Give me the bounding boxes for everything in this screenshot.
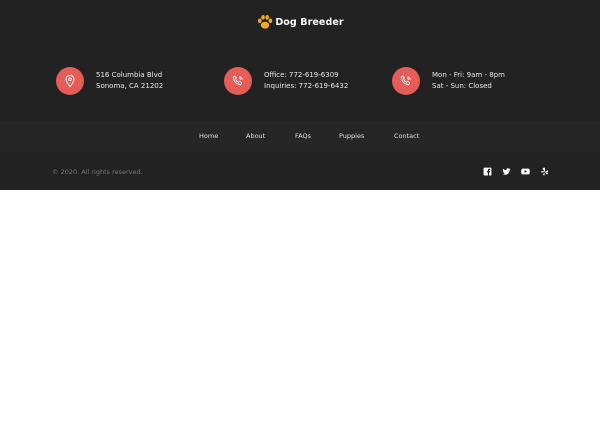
yelp-icon[interactable] <box>540 167 549 176</box>
site-footer: Dog Breeder 516 Columbia Blvd Sonoma, CA… <box>0 0 600 190</box>
location-pin-icon <box>56 67 84 95</box>
nav-link-faqs[interactable]: FAQs <box>295 132 311 140</box>
inquiries-phone[interactable]: Inquiries: 772-619-6432 <box>264 81 348 92</box>
youtube-icon[interactable] <box>521 167 530 176</box>
weekday-hours: Mon - Fri: 9am - 8pm <box>432 71 505 79</box>
twitter-icon[interactable] <box>502 167 511 176</box>
footer-nav: Home About FAQs Puppies Contact <box>0 121 600 152</box>
phone-icon <box>392 67 420 95</box>
office-phone[interactable]: Office: 772-619-6309 <box>264 70 348 81</box>
logo-text: Dog Breeder <box>275 16 344 28</box>
paw-icon <box>258 14 273 29</box>
logo[interactable]: Dog Breeder <box>0 13 600 31</box>
copyright-text: © 2020. All rights reserved. <box>52 168 143 176</box>
address-info: 516 Columbia Blvd Sonoma, CA 21202 <box>56 67 163 95</box>
nav-link-contact[interactable]: Contact <box>394 132 419 140</box>
hours-info: Mon - Fri: 9am - 8pm Sat - Sun: Closed <box>392 67 505 95</box>
nav-link-puppies[interactable]: Puppies <box>339 132 364 140</box>
phone-info: Office: 772-619-6309 Inquiries: 772-619-… <box>224 67 348 95</box>
weekend-hours: Sat - Sun: Closed <box>432 82 492 90</box>
contact-info: 516 Columbia Blvd Sonoma, CA 21202 Offic… <box>0 67 600 97</box>
social-links <box>483 167 549 176</box>
address-line-2: Sonoma, CA 21202 <box>96 82 164 90</box>
facebook-icon[interactable] <box>483 167 492 176</box>
nav-link-about[interactable]: About <box>246 132 265 140</box>
phone-icon <box>224 67 252 95</box>
nav-link-home[interactable]: Home <box>199 132 218 140</box>
address-line-1: 516 Columbia Blvd <box>96 71 163 79</box>
footer-nav-band: Home About FAQs Puppies Contact <box>0 121 600 152</box>
